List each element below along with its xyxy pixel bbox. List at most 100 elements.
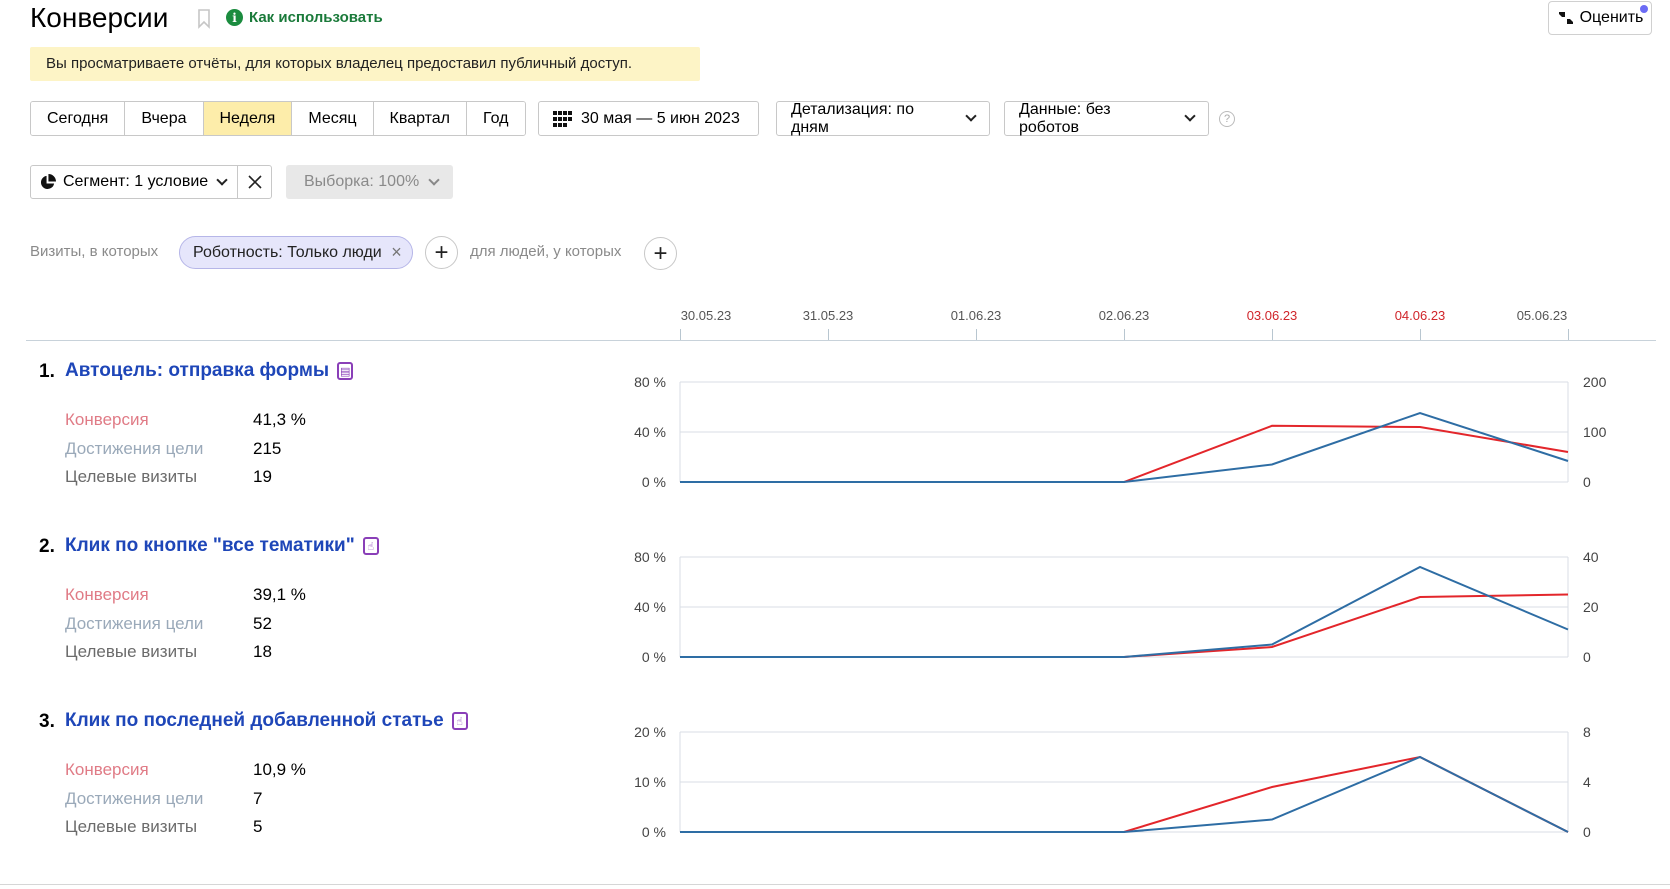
timeline-date-label: 02.06.23 <box>1098 308 1150 323</box>
period-tab-label: Вчера <box>141 109 187 127</box>
metric-value: 215 <box>253 438 282 458</box>
timeline-axis-line <box>26 340 1656 341</box>
metric-value: 39,1 % <box>253 585 306 604</box>
help-icon[interactable]: ? <box>1219 111 1235 127</box>
goal-title-link[interactable]: Клик по последней добавленной статье ☝ <box>65 710 468 732</box>
how-to-use-label: Как использовать <box>249 9 383 26</box>
chevron-down-icon <box>1184 110 1196 122</box>
metric-row-visits: Целевые визиты 5 <box>65 817 262 837</box>
conversion-series-line <box>680 424 1569 483</box>
goal-number: 2. <box>39 536 55 557</box>
timeline-date-label: 03.06.23 <box>1246 308 1298 323</box>
add-people-condition-button[interactable]: + <box>644 237 677 270</box>
goal-title-link[interactable]: Клик по кнопке "все тематики" ☝ <box>65 535 379 557</box>
right-axis-tick-label: 20 <box>1583 599 1599 615</box>
chip-close-icon[interactable]: × <box>391 237 402 268</box>
metric-row-achievements: Достижения цели 215 <box>65 439 281 459</box>
achievements-series-line <box>680 411 1569 483</box>
period-tab-today[interactable]: Сегодня <box>31 102 126 135</box>
period-tab-quarter[interactable]: Квартал <box>373 102 468 135</box>
chevron-down-icon <box>428 173 440 186</box>
metric-label: Достижения цели <box>65 788 204 808</box>
notification-dot <box>1640 5 1648 13</box>
timeline-date-label: 05.06.23 <box>1516 308 1568 323</box>
metric-row-visits: Целевые визиты 18 <box>65 642 272 662</box>
rate-label: Оценить <box>1579 9 1644 26</box>
metric-row-achievements: Достижения цели 7 <box>65 789 262 809</box>
segment-control: Сегмент: 1 условие <box>30 165 272 199</box>
bookmark-icon[interactable] <box>197 9 211 29</box>
metric-label: Достижения цели <box>65 613 204 633</box>
page-title: Конверсии <box>30 2 169 33</box>
metric-label: Целевые визиты <box>65 642 198 661</box>
left-axis-tick-label: 0 % <box>641 474 666 490</box>
detail-dropdown[interactable]: Детализация: по дням <box>776 101 990 136</box>
left-axis-tick-label: 80 % <box>634 549 666 565</box>
metric-label: Конверсия <box>65 585 149 604</box>
metric-value: 5 <box>253 817 263 836</box>
detail-label: Детализация: по дням <box>791 100 914 136</box>
period-tab-label: Неделя <box>219 109 276 127</box>
left-axis-tick-label: 40 % <box>634 424 666 440</box>
robot-filter-chip[interactable]: Роботность: Только люди × <box>179 236 413 269</box>
sample-label: Выборка: 100% <box>304 173 420 190</box>
clear-segment-button[interactable] <box>237 166 271 198</box>
info-icon: i <box>226 9 243 26</box>
plus-icon: + <box>653 239 668 267</box>
calendar-icon <box>553 110 572 127</box>
right-axis-tick-label: 0 <box>1583 824 1591 840</box>
metric-value: 7 <box>253 788 263 808</box>
period-tab-label: Сегодня <box>47 109 109 127</box>
goal-number: 3. <box>39 711 55 732</box>
pie-chart-icon <box>40 173 56 189</box>
add-visit-condition-button[interactable]: + <box>425 236 458 269</box>
metric-value: 18 <box>253 642 272 661</box>
left-axis-tick-label: 0 % <box>641 824 666 840</box>
sample-dropdown[interactable]: Выборка: 100% <box>286 165 453 199</box>
data-filter-dropdown[interactable]: Данные: без роботов <box>1004 101 1209 136</box>
rate-button[interactable]: Оценить <box>1548 1 1652 35</box>
goal-title-label: Клик по последней добавленной статье <box>65 710 444 731</box>
period-tab-year[interactable]: Год <box>467 102 525 135</box>
left-axis-tick-label: 80 % <box>634 374 666 390</box>
click-icon: ☝ <box>451 712 468 730</box>
metric-label: Конверсия <box>65 410 149 429</box>
metric-label: Достижения цели <box>65 438 204 458</box>
close-icon <box>247 175 262 189</box>
metric-row-conversion: Конверсия 39,1 % <box>65 585 306 605</box>
right-axis-tick-label: 0 <box>1583 649 1591 665</box>
right-axis-tick-label: 40 <box>1583 549 1599 565</box>
timeline-date-label: 04.06.23 <box>1394 308 1446 323</box>
right-axis-tick-label: 100 <box>1583 424 1607 440</box>
thumbs-icon <box>1558 12 1573 24</box>
period-tab-yesterday[interactable]: Вчера <box>125 102 204 135</box>
chevron-down-icon <box>216 173 228 186</box>
timeline-date-label: 01.06.23 <box>950 308 1002 323</box>
metric-row-conversion: Конверсия 41,3 % <box>65 410 306 430</box>
right-axis-tick-label: 8 <box>1583 724 1591 740</box>
timeline-date-label: 30.05.23 <box>680 308 732 323</box>
visits-condition-label: Визиты, в которых <box>30 243 159 260</box>
period-tab-label: Месяц <box>308 109 357 127</box>
segment-dropdown[interactable]: Сегмент: 1 условие <box>31 166 237 198</box>
chip-label: Роботность: Только люди <box>193 244 382 261</box>
metric-label: Конверсия <box>65 760 149 779</box>
form-icon: ▤ <box>337 362 354 380</box>
period-tab-month[interactable]: Месяц <box>292 102 374 135</box>
left-axis-tick-label: 10 % <box>634 774 666 790</box>
date-range-label: 30 мая — 5 июн 2023 <box>581 109 740 127</box>
achievements-series-line <box>680 755 1569 833</box>
click-icon: ☝ <box>362 537 379 555</box>
metric-value: 52 <box>253 613 272 633</box>
right-axis-tick-label: 0 <box>1583 474 1591 490</box>
period-tab-label: Квартал <box>389 109 451 127</box>
right-axis-tick-label: 4 <box>1583 774 1591 790</box>
how-to-use-link[interactable]: i Как использовать <box>226 9 383 26</box>
chevron-down-icon <box>965 110 977 122</box>
conversion-series-line <box>680 755 1569 833</box>
date-range-button[interactable]: 30 мая — 5 июн 2023 <box>538 101 759 136</box>
metric-row-conversion: Конверсия 10,9 % <box>65 760 306 780</box>
period-tab-week[interactable]: Неделя <box>203 102 293 135</box>
achievements-series-line <box>680 565 1569 658</box>
goal-title-link[interactable]: Автоцель: отправка формы ▤ <box>65 360 354 382</box>
